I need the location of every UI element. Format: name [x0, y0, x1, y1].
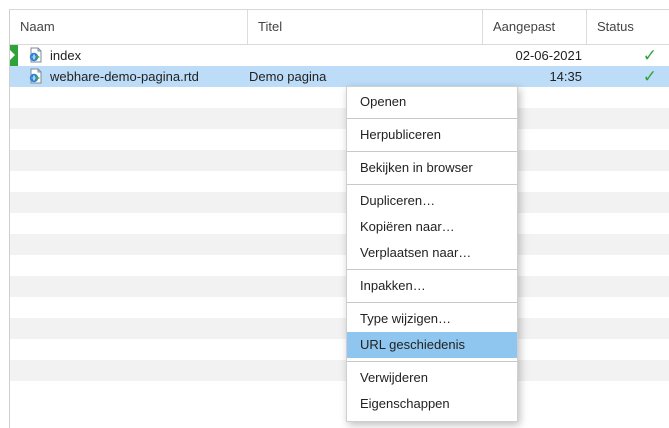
- checkmark-icon: ✓: [642, 67, 657, 86]
- menu-separator: [347, 118, 517, 119]
- expand-arrow-glyph: [10, 50, 15, 60]
- menu-item-verwijderen[interactable]: Verwijderen: [347, 365, 517, 391]
- menu-item-url-geschiedenis[interactable]: URL geschiedenis: [347, 332, 517, 358]
- empty-row: [10, 87, 669, 108]
- column-header-bar: Naam Titel Aangepast Status: [10, 10, 669, 45]
- empty-row: [10, 234, 669, 255]
- file-list-panel: Naam Titel Aangepast Status index 02-06-2…: [9, 9, 669, 428]
- menu-item-bekijken-in-browser[interactable]: Bekijken in browser: [347, 155, 517, 181]
- empty-row: [10, 108, 669, 129]
- empty-row: [10, 318, 669, 339]
- menu-item-verplaatsen-naar[interactable]: Verplaatsen naar…: [347, 240, 517, 266]
- expand-arrow-icon[interactable]: [10, 45, 18, 66]
- empty-row: [10, 129, 669, 150]
- row-name: webhare-demo-pagina.rtd: [50, 69, 199, 84]
- menu-item-kopieren-naar[interactable]: Kopiëren naar…: [347, 214, 517, 240]
- column-header-status[interactable]: Status: [586, 10, 669, 44]
- empty-row: [10, 360, 669, 381]
- menu-separator: [347, 269, 517, 270]
- menu-separator: [347, 361, 517, 362]
- column-header-naam[interactable]: Naam: [10, 10, 247, 44]
- table-row[interactable]: index 02-06-2021 ✓: [10, 45, 669, 66]
- empty-row: [10, 339, 669, 360]
- menu-separator: [347, 184, 517, 185]
- menu-item-openen[interactable]: Openen: [347, 89, 517, 115]
- menu-item-type-wijzigen[interactable]: Type wijzigen…: [347, 306, 517, 332]
- column-header-titel[interactable]: Titel: [247, 10, 482, 44]
- menu-separator: [347, 151, 517, 152]
- empty-row: [10, 150, 669, 171]
- row-name-cell: webhare-demo-pagina.rtd: [28, 66, 199, 87]
- context-menu: Openen Herpubliceren Bekijken in browser Du…: [346, 86, 518, 422]
- menu-item-herpubliceren[interactable]: Herpubliceren: [347, 122, 517, 148]
- menu-item-dupliceren[interactable]: Dupliceren…: [347, 188, 517, 214]
- row-name: index: [50, 48, 82, 63]
- menu-separator: [347, 302, 517, 303]
- empty-row: [10, 192, 669, 213]
- empty-row: [10, 276, 669, 297]
- row-modified-date: 02-06-2021: [515, 48, 583, 63]
- empty-row: [10, 213, 669, 234]
- row-title: Demo pagina: [249, 69, 327, 84]
- column-header-aangepast[interactable]: Aangepast: [482, 10, 586, 44]
- checkmark-icon: ✓: [642, 46, 657, 65]
- row-modified-date: 14:35: [549, 69, 582, 84]
- file-list-rows: index 02-06-2021 ✓ webhare-demo-pagina.rtd D…: [10, 45, 669, 402]
- empty-row: [10, 381, 669, 402]
- empty-row: [10, 297, 669, 318]
- empty-row: [10, 171, 669, 192]
- menu-item-eigenschappen[interactable]: Eigenschappen: [347, 391, 517, 417]
- empty-row: [10, 255, 669, 276]
- table-row[interactable]: webhare-demo-pagina.rtd Demo pagina 14:35 ✓: [10, 66, 669, 87]
- menu-item-inpakken[interactable]: Inpakken…: [347, 273, 517, 299]
- row-name-cell: index: [28, 45, 81, 66]
